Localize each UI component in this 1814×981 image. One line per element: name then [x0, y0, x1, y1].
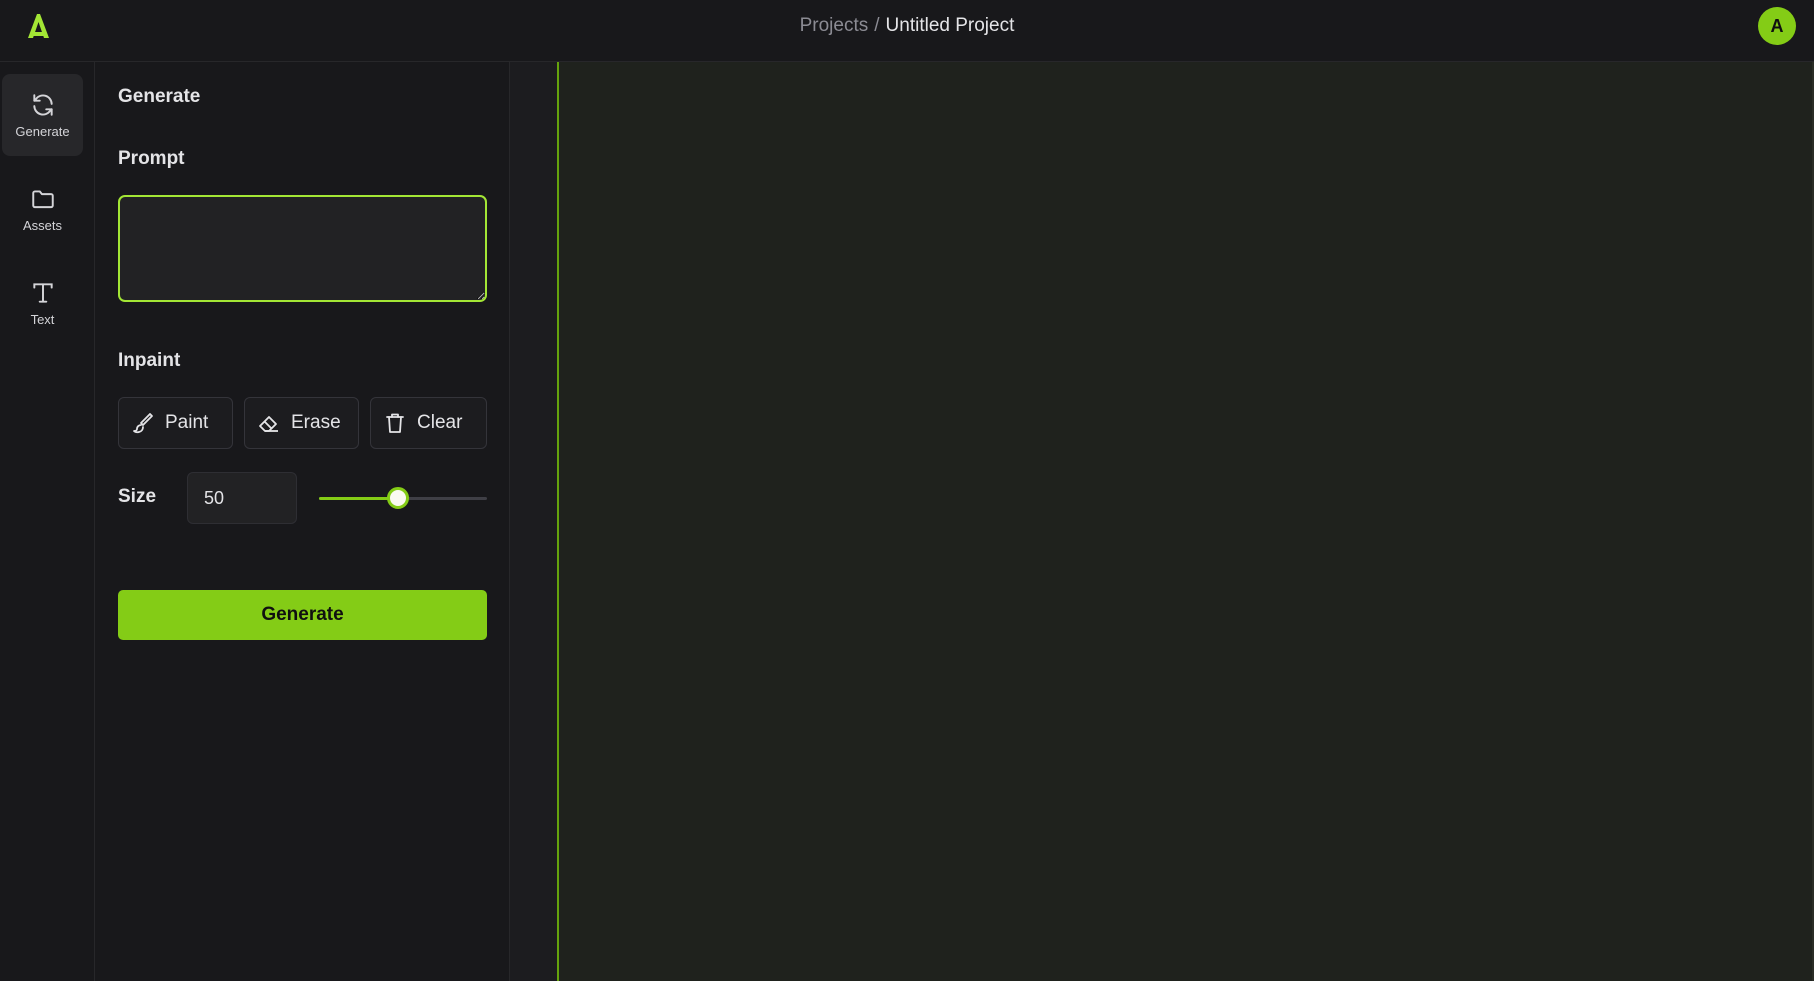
paint-button-label: Paint: [165, 412, 209, 433]
top-bar: Projects / Untitled Project A: [0, 0, 1814, 62]
prompt-label: Prompt: [118, 148, 185, 169]
sidebar-item-label: Generate: [15, 123, 70, 139]
sidebar-item-generate[interactable]: Generate: [2, 74, 83, 156]
sidebar-item-label: Assets: [22, 217, 62, 233]
sidebar-item-label: Text: [30, 311, 55, 327]
clear-button-label: Clear: [417, 412, 463, 433]
size-slider[interactable]: [319, 486, 487, 510]
eraser-icon: [257, 411, 281, 435]
sidebar-rail: Generate Assets Text: [0, 62, 95, 981]
generate-button[interactable]: Generate: [118, 590, 487, 640]
refresh-icon: [30, 92, 56, 118]
slider-thumb[interactable]: [386, 487, 409, 509]
sidebar-item-text[interactable]: Text: [2, 262, 83, 344]
generate-panel: Generate Prompt Inpaint Paint Erase Clea…: [95, 62, 510, 981]
breadcrumb-projects-link[interactable]: Projects: [800, 15, 869, 36]
canvas-area[interactable]: [557, 62, 1814, 981]
erase-button-label: Erase: [291, 412, 341, 433]
panel-title: Generate: [118, 86, 201, 107]
brush-icon: [131, 411, 155, 435]
breadcrumb-separator: /: [874, 15, 880, 36]
user-avatar[interactable]: A: [1758, 7, 1796, 45]
folder-icon: [30, 186, 56, 212]
text-icon: [30, 280, 56, 306]
size-input[interactable]: [187, 472, 297, 524]
sidebar-item-assets[interactable]: Assets: [2, 168, 83, 250]
clear-button[interactable]: Clear: [370, 397, 487, 449]
inpaint-label: Inpaint: [118, 350, 181, 371]
trash-icon: [383, 411, 407, 435]
project-name[interactable]: Untitled Project: [886, 15, 1015, 36]
erase-button[interactable]: Erase: [244, 397, 359, 449]
prompt-input[interactable]: [118, 195, 487, 302]
breadcrumb: Projects / Untitled Project: [0, 14, 1814, 38]
paint-button[interactable]: Paint: [118, 397, 233, 449]
canvas-gutter: [510, 62, 557, 981]
size-label: Size: [118, 486, 157, 507]
